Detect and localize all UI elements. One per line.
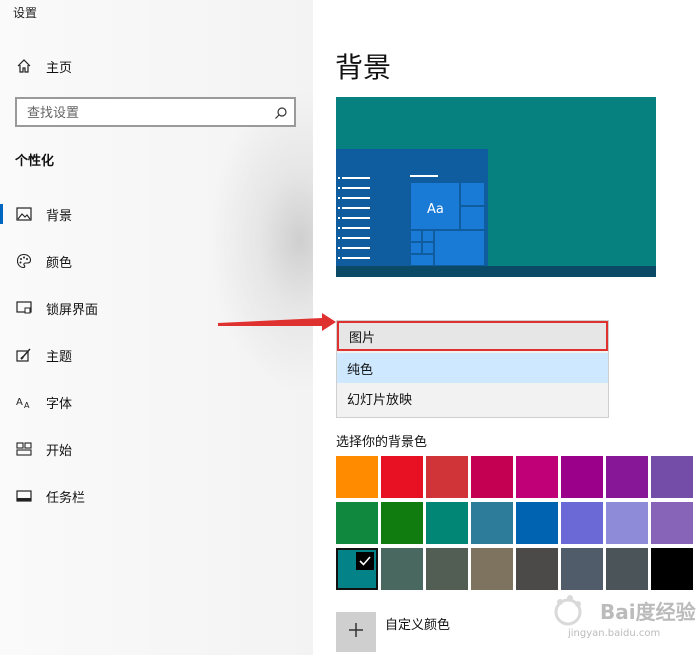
sidebar-item-label: 锁屏界面 xyxy=(46,302,99,318)
preview-tile-large: Aa xyxy=(410,182,460,230)
sidebar: 设置 主页 个性化 背景 颜色 锁屏界面 主题 xyxy=(0,0,313,655)
color-swatch[interactable] xyxy=(606,502,648,544)
svg-text:A: A xyxy=(16,397,23,408)
color-swatch[interactable] xyxy=(516,456,558,498)
start-icon xyxy=(15,440,33,458)
sidebar-item-label: 开始 xyxy=(46,443,73,459)
color-swatch[interactable] xyxy=(426,456,468,498)
preview-start-menu: Aa xyxy=(336,149,488,266)
taskbar-icon xyxy=(15,487,33,505)
color-swatch[interactable] xyxy=(606,456,648,498)
color-swatch[interactable] xyxy=(381,548,423,590)
color-section-label: 选择你的背景色 xyxy=(336,435,428,450)
color-swatch[interactable] xyxy=(471,456,513,498)
palette-icon xyxy=(15,252,33,270)
color-swatch[interactable] xyxy=(426,502,468,544)
font-icon: AA xyxy=(15,393,33,411)
sidebar-item-label: 颜色 xyxy=(46,255,73,271)
color-swatch[interactable] xyxy=(561,548,603,590)
color-swatch[interactable] xyxy=(336,456,378,498)
sidebar-item-label: 任务栏 xyxy=(46,490,86,506)
page-title: 背景 xyxy=(335,51,392,84)
section-heading: 个性化 xyxy=(15,154,55,169)
search-input[interactable] xyxy=(25,103,269,123)
custom-color-label: 自定义颜色 xyxy=(385,618,451,633)
watermark-text: Bai度经验 xyxy=(600,600,696,624)
sidebar-item-colors[interactable]: 颜色 xyxy=(0,243,313,279)
search-icon[interactable] xyxy=(274,105,288,124)
color-swatch[interactable] xyxy=(651,502,693,544)
color-swatch[interactable] xyxy=(471,548,513,590)
color-swatch[interactable] xyxy=(336,502,378,544)
preview-tile xyxy=(434,230,485,266)
watermark-subtext: jingyan.baidu.com xyxy=(568,628,661,639)
color-swatch[interactable] xyxy=(561,456,603,498)
sidebar-item-label: 主题 xyxy=(46,349,73,365)
sidebar-item-background[interactable]: 背景 xyxy=(0,196,313,232)
main-content: 背景 Aa 图片 纯色 幻灯片放映 选择你的背景色 自定义颜色 xyxy=(313,0,700,655)
sidebar-item-taskbar[interactable]: 任务栏 xyxy=(0,478,313,514)
preview-tile xyxy=(410,230,422,242)
dropdown-option-picture[interactable]: 图片 xyxy=(337,321,608,351)
background-preview: Aa xyxy=(336,97,656,277)
sidebar-item-fonts[interactable]: AA 字体 xyxy=(0,384,313,420)
preview-tiles-header xyxy=(410,175,438,177)
preview-taskbar xyxy=(336,266,656,277)
sidebar-item-home[interactable]: 主页 xyxy=(0,48,313,84)
custom-color-button[interactable] xyxy=(336,612,376,652)
preview-tile xyxy=(422,230,434,242)
color-swatch[interactable] xyxy=(606,548,648,590)
preview-tiles: Aa xyxy=(410,182,485,266)
preview-tile xyxy=(460,206,485,230)
sidebar-home-label: 主页 xyxy=(46,60,73,76)
color-swatch[interactable] xyxy=(516,502,558,544)
background-type-dropdown[interactable]: 图片 纯色 幻灯片放映 xyxy=(336,320,609,418)
color-swatch[interactable] xyxy=(336,548,378,590)
color-swatch[interactable] xyxy=(651,548,693,590)
window-title: 设置 xyxy=(13,6,38,20)
dropdown-option-slideshow[interactable]: 幻灯片放映 xyxy=(337,383,608,413)
checkmark-icon xyxy=(356,552,374,570)
color-swatch[interactable] xyxy=(561,502,603,544)
sidebar-item-label: 字体 xyxy=(46,396,73,412)
sidebar-item-start[interactable]: 开始 xyxy=(0,431,313,467)
theme-icon xyxy=(15,346,33,364)
sidebar-item-label: 背景 xyxy=(46,208,73,224)
search-box[interactable] xyxy=(15,97,296,127)
dropdown-option-solid-color[interactable]: 纯色 xyxy=(337,353,608,383)
color-swatch[interactable] xyxy=(651,456,693,498)
home-icon xyxy=(15,57,33,75)
preview-tile xyxy=(460,182,485,206)
sidebar-item-lock-screen[interactable]: 锁屏界面 xyxy=(0,290,313,326)
preview-tile xyxy=(410,254,434,266)
svg-text:A: A xyxy=(24,401,30,409)
color-swatch[interactable] xyxy=(426,548,468,590)
picture-icon xyxy=(15,205,33,223)
preview-tile-text: Aa xyxy=(427,202,444,217)
color-swatch[interactable] xyxy=(381,456,423,498)
preview-tile xyxy=(422,242,434,254)
color-swatch[interactable] xyxy=(471,502,513,544)
active-indicator xyxy=(0,204,3,224)
color-swatch[interactable] xyxy=(516,548,558,590)
lock-screen-icon xyxy=(15,299,33,317)
preview-tile xyxy=(410,242,422,254)
color-swatch-grid xyxy=(336,456,696,592)
color-swatch[interactable] xyxy=(381,502,423,544)
sidebar-item-themes[interactable]: 主题 xyxy=(0,337,313,373)
plus-icon xyxy=(347,621,365,643)
